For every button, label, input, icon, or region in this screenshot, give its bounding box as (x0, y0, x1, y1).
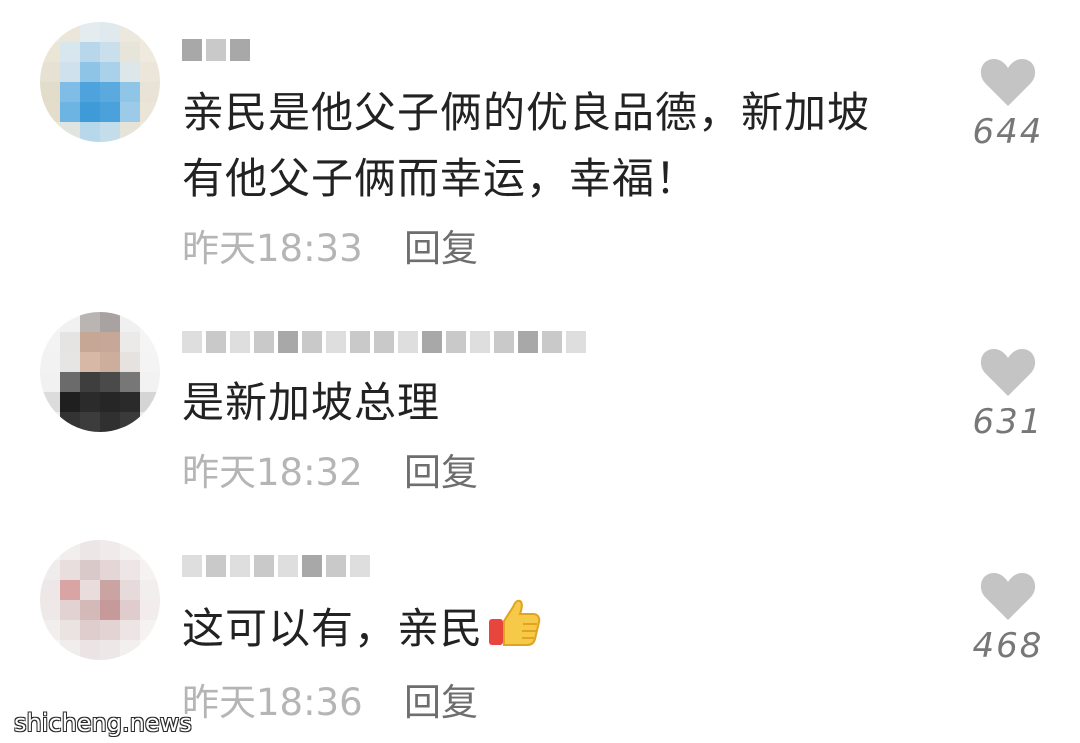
comment-meta: 昨天18:33 回复 (182, 218, 478, 272)
heart-icon[interactable] (979, 346, 1037, 398)
comment-text: 是新加坡总理 (182, 378, 441, 427)
comment-time: 昨天18:32 (182, 451, 363, 494)
like-count: 468 (972, 626, 1044, 666)
comment-text: 这可以有，亲民 (182, 596, 922, 662)
reply-button[interactable]: 回复 (404, 672, 478, 726)
like-button[interactable]: 644 (968, 56, 1048, 152)
like-button[interactable]: 631 (968, 346, 1048, 442)
avatar[interactable] (40, 312, 160, 432)
avatar[interactable] (40, 540, 160, 660)
like-count: 631 (972, 402, 1044, 442)
comment-time: 昨天18:36 (182, 681, 363, 724)
username-blurred[interactable] (182, 36, 250, 64)
comment-meta: 昨天18:36 回复 (182, 672, 478, 726)
thumbs-up-icon (489, 599, 541, 646)
watermark: shicheng.news (14, 709, 192, 737)
reply-button[interactable]: 回复 (404, 442, 478, 496)
username-blurred[interactable] (182, 328, 586, 356)
heart-icon[interactable] (979, 56, 1037, 108)
heart-icon[interactable] (979, 570, 1037, 622)
comment-time: 昨天18:33 (182, 227, 363, 270)
like-count: 644 (972, 112, 1044, 152)
reply-button[interactable]: 回复 (404, 218, 478, 272)
like-button[interactable]: 468 (968, 570, 1048, 666)
avatar[interactable] (40, 22, 160, 142)
username-blurred[interactable] (182, 552, 370, 580)
comment-meta: 昨天18:32 回复 (182, 442, 478, 496)
comment-list: 亲民是他父子俩的优良品德，新加坡 有他父子俩而幸运，幸福！ 昨天18:33 回复… (0, 0, 1080, 743)
comment-text: 亲民是他父子俩的优良品德，新加坡 有他父子俩而幸运，幸福！ (182, 88, 871, 203)
